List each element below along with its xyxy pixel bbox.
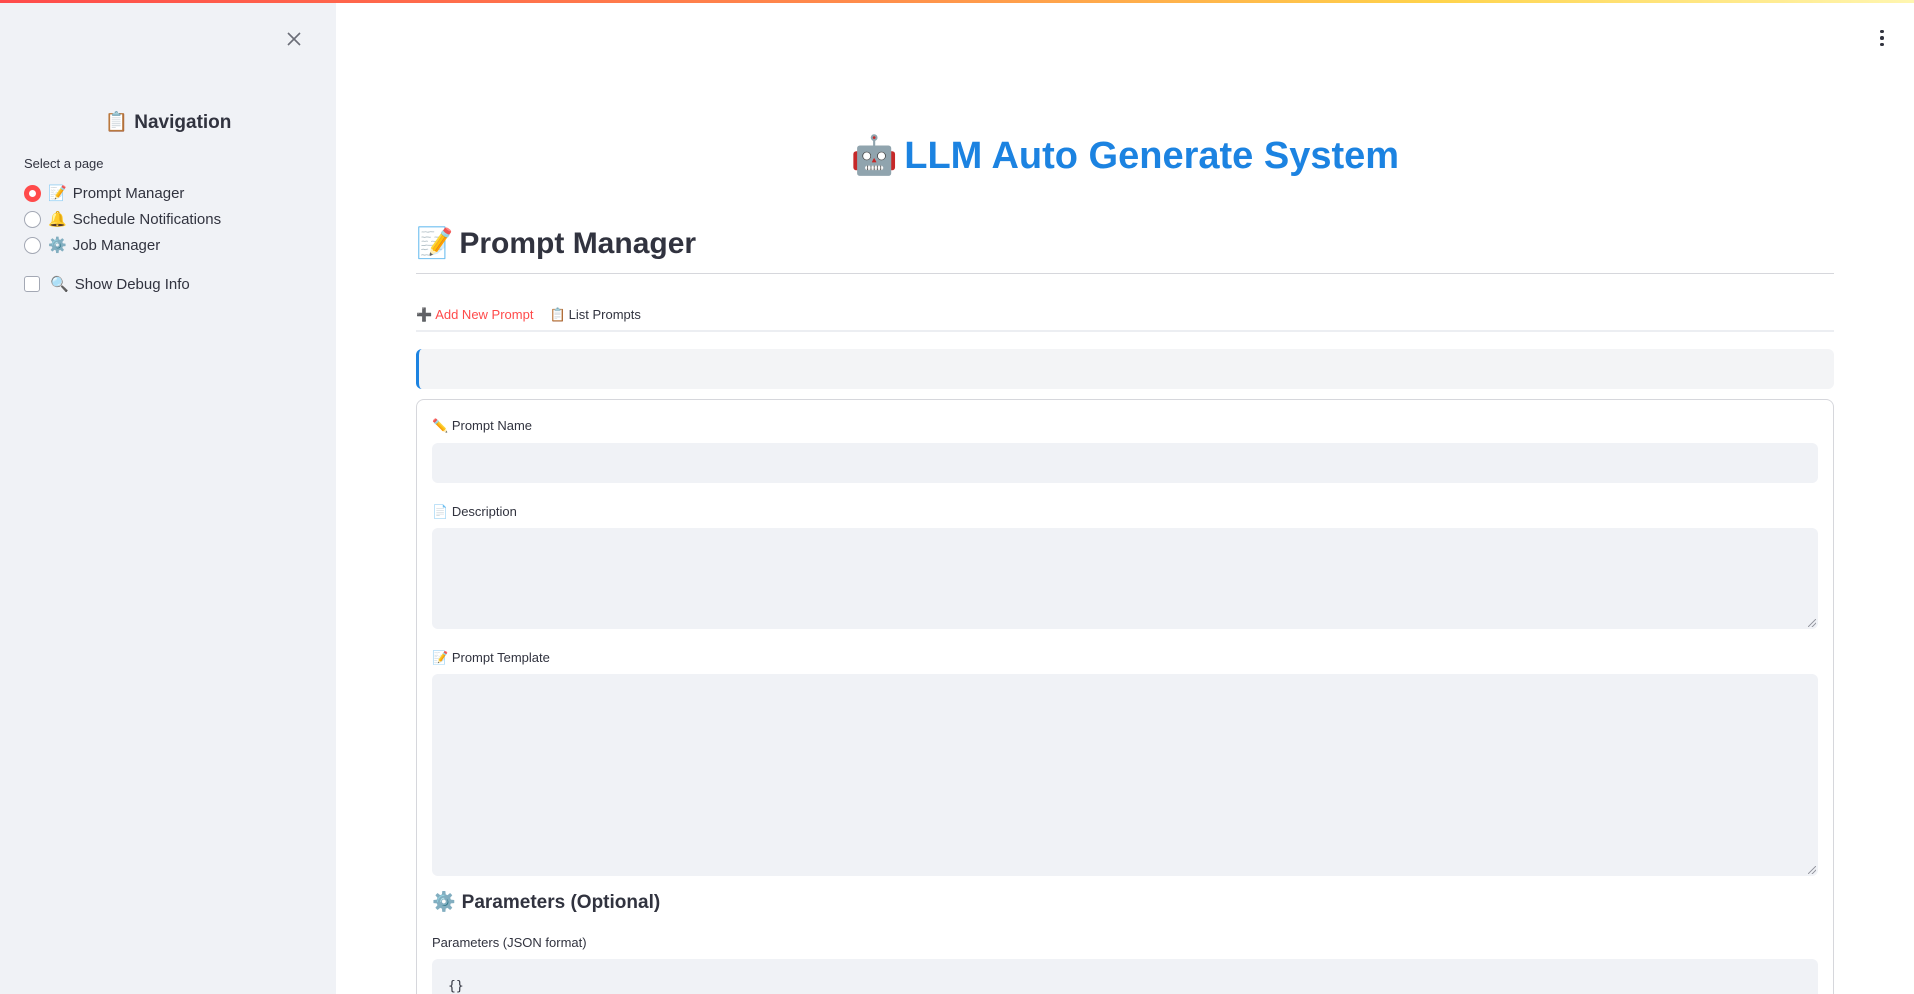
- section-title: Parameters (Optional): [461, 892, 661, 913]
- kebab-dot: [1880, 36, 1884, 40]
- parameters-section-heading: ⚙️ Parameters (Optional): [432, 890, 660, 914]
- tab-label: List Prompts: [568, 307, 641, 322]
- radio-label: Schedule Notifications: [72, 210, 222, 228]
- top-decoration-bar: [0, 0, 1914, 3]
- pencil-icon: ✏️: [432, 418, 449, 433]
- clipboard-icon: 📋: [549, 306, 566, 322]
- close-icon: [287, 32, 301, 46]
- close-sidebar-button[interactable]: [283, 28, 305, 50]
- memo-icon: 📝: [48, 185, 67, 202]
- prompt-template-textarea[interactable]: [432, 674, 1818, 876]
- tab-add-new-prompt[interactable]: ➕ Add New Prompt: [416, 298, 534, 332]
- kebab-menu-icon: [1880, 29, 1884, 34]
- resize-handle-icon[interactable]: [1808, 619, 1816, 627]
- app-title: 🤖 LLM Auto Generate System: [416, 134, 1834, 178]
- kebab-dot: [1880, 42, 1884, 47]
- parameters-textarea[interactable]: {}: [432, 959, 1818, 994]
- radio-button[interactable]: [24, 236, 41, 254]
- gear-icon: ⚙️: [48, 237, 67, 254]
- robot-icon: 🤖: [850, 135, 899, 177]
- memo-icon: 📝: [416, 227, 454, 260]
- description-label: 📄 Description: [432, 504, 517, 520]
- parameters-value: {}: [448, 979, 464, 994]
- parameters-label: Parameters (JSON format): [432, 935, 587, 950]
- main-menu-button[interactable]: [1872, 26, 1892, 50]
- debug-checkbox-label: Show Debug Info: [74, 275, 190, 293]
- radio-option-schedule-notifications[interactable]: 🔔 Schedule Notifications: [24, 206, 221, 232]
- radio-option-job-manager[interactable]: ⚙️ Job Manager: [24, 232, 221, 258]
- tab-label: Add New Prompt: [435, 307, 534, 322]
- prompt-name-label: ✏️ Prompt Name: [432, 418, 532, 434]
- resize-handle-icon[interactable]: [1808, 866, 1816, 874]
- page-title-text: Prompt Manager: [459, 227, 697, 260]
- sidebar: 📋 Navigation Select a page 📝 Prompt Manag…: [0, 0, 336, 994]
- title-divider: [416, 273, 1834, 274]
- tab-bar: ➕ Add New Prompt 📋 List Prompts: [416, 298, 641, 332]
- page-radio-group: 📝 Prompt Manager 🔔 Schedule Notification…: [24, 180, 221, 258]
- prompt-name-input[interactable]: [432, 443, 1818, 483]
- memo-icon: 📝: [432, 650, 449, 665]
- page-select-caption: Select a page: [24, 156, 104, 171]
- clipboard-icon: 📋: [104, 112, 129, 133]
- tab-list-prompts[interactable]: 📋 List Prompts: [549, 298, 640, 331]
- label-text: Description: [451, 504, 517, 519]
- radio-option-prompt-manager[interactable]: 📝 Prompt Manager: [24, 180, 221, 206]
- debug-checkbox-row[interactable]: 🔍 Show Debug Info: [24, 275, 190, 293]
- page-icon: 📄: [432, 504, 449, 519]
- radio-label: Prompt Manager: [72, 184, 185, 202]
- magnifier-icon: 🔍: [50, 276, 69, 293]
- label-text: Prompt Template: [451, 650, 550, 665]
- prompt-template-label: 📝 Prompt Template: [432, 650, 550, 666]
- tab-bar-underline: [416, 330, 1834, 332]
- radio-button[interactable]: [24, 210, 41, 228]
- debug-checkbox[interactable]: [24, 276, 40, 292]
- app-title-text: LLM Auto Generate System: [904, 135, 1400, 177]
- label-text: Prompt Name: [451, 418, 533, 433]
- radio-button-selected[interactable]: [24, 184, 41, 202]
- info-message-box: [416, 349, 1834, 389]
- description-textarea[interactable]: [432, 528, 1818, 629]
- bell-icon: 🔔: [48, 211, 67, 228]
- page-title: 📝 Prompt Manager: [416, 226, 696, 261]
- gear-icon: ⚙️: [432, 892, 456, 913]
- sidebar-title-text: Navigation: [134, 112, 232, 133]
- sidebar-title: 📋 Navigation: [0, 110, 336, 134]
- add-prompt-form: ✏️ Prompt Name 📄 Description 📝 Prompt Te…: [416, 399, 1834, 994]
- radio-label: Job Manager: [72, 236, 161, 254]
- plus-icon: ➕: [416, 306, 433, 322]
